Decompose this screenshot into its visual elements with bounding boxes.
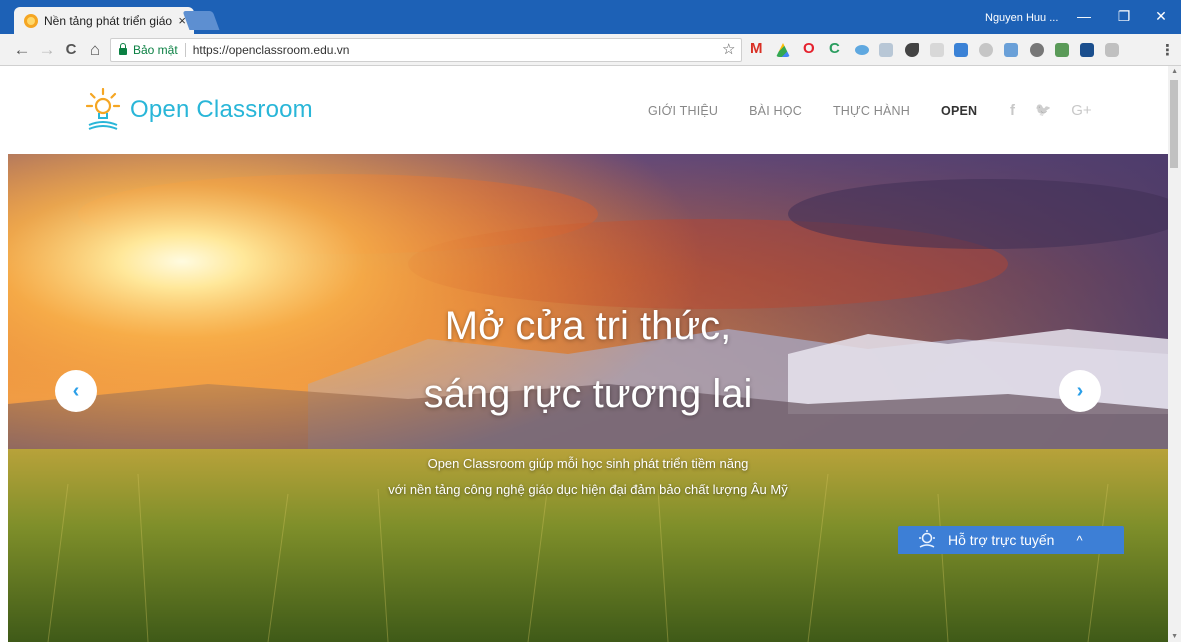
- browser-toolbar: ← → C ⌂ Bảo mật https://openclassroom.ed…: [0, 34, 1181, 66]
- nav-item-thuc-hanh[interactable]: THỰC HÀNH: [833, 104, 910, 118]
- chevron-up-icon[interactable]: ^: [1076, 533, 1082, 548]
- google-plus-icon[interactable]: G+: [1071, 102, 1091, 119]
- social-links: f 🐦 G+: [1010, 102, 1112, 119]
- tab-title: Nền tảng phát triển giáo: [44, 13, 173, 28]
- site-favicon-icon: [24, 13, 38, 28]
- new-tab-button[interactable]: [182, 11, 220, 30]
- profile-name[interactable]: Nguyen Huu ...: [985, 12, 1058, 24]
- hero-subtext-line1: Open Classroom giúp mỗi học sinh phát tr…: [427, 456, 749, 471]
- forward-icon[interactable]: →: [38, 40, 56, 60]
- screen-icon[interactable]: [1055, 43, 1069, 57]
- browser-tab[interactable]: Nền tảng phát triển giáo ×: [14, 7, 194, 34]
- skype-icon[interactable]: [1105, 43, 1119, 57]
- nav-item-gioi-thieu[interactable]: GIỚI THIỆU: [648, 104, 718, 118]
- close-window-icon[interactable]: ✕: [1151, 8, 1171, 25]
- weather-icon[interactable]: [855, 45, 869, 55]
- browser-titlebar: Nền tảng phát triển giáo × Nguyen Huu ..…: [0, 0, 1181, 34]
- site-logo[interactable]: Open Classroom: [86, 88, 313, 132]
- translate-icon[interactable]: [930, 43, 944, 57]
- lightbulb-logo-icon: [86, 88, 120, 130]
- square-icon[interactable]: [1080, 43, 1094, 57]
- home-icon[interactable]: ⌂: [86, 40, 104, 60]
- scroll-up-icon[interactable]: ▲: [1171, 68, 1178, 75]
- carousel-next-button[interactable]: ›: [1059, 370, 1101, 412]
- dropbox-icon[interactable]: [879, 43, 893, 57]
- comet-icon[interactable]: [905, 43, 919, 57]
- browser-menu-icon[interactable]: ⋮: [1160, 41, 1175, 59]
- web-page: Open Classroom GIỚI THIỆU BÀI HỌC THỰC H…: [0, 66, 1181, 642]
- bookmark-star-icon[interactable]: ☆: [722, 40, 735, 58]
- nav-item-open[interactable]: OPEN: [941, 104, 977, 118]
- secure-label: Bảo mật: [133, 43, 178, 57]
- page-scrollbar[interactable]: ▲ ▼: [1168, 66, 1181, 642]
- support-label: Hỗ trợ trực tuyến: [948, 532, 1055, 548]
- main-nav: GIỚI THIỆU BÀI HỌC THỰC HÀNH OPEN: [648, 104, 1008, 118]
- restore-icon[interactable]: ❐: [1114, 8, 1134, 25]
- chevron-right-icon: ›: [1076, 379, 1084, 402]
- twitter-icon[interactable]: 🐦: [1035, 102, 1051, 119]
- gear-ext-icon[interactable]: [1030, 43, 1044, 57]
- facebook-icon[interactable]: f: [1010, 102, 1015, 119]
- hero-carousel: Mở cửa tri thức, sáng rực tương lai Open…: [8, 154, 1168, 642]
- minimize-icon[interactable]: —: [1074, 8, 1094, 24]
- divider: [184, 43, 186, 57]
- gmail-icon[interactable]: M: [750, 40, 763, 57]
- url-text[interactable]: https://openclassroom.edu.vn: [193, 43, 350, 57]
- drive-icon[interactable]: [776, 43, 790, 57]
- scroll-down-icon[interactable]: ▼: [1171, 633, 1178, 640]
- hero-headline-line1: Mở cửa tri thức,: [444, 304, 732, 348]
- hero-subtext-line2: với nền tảng công nghệ giáo dục hiện đại…: [388, 482, 788, 497]
- nav-item-bai-hoc[interactable]: BÀI HỌC: [749, 104, 802, 118]
- chevron-left-icon: ‹: [72, 379, 80, 402]
- carousel-prev-button[interactable]: ‹: [55, 370, 97, 412]
- hero-headline-line2: sáng rực tương lai: [423, 372, 753, 416]
- logo-text: Open Classroom: [130, 96, 313, 123]
- online-support-widget[interactable]: Hỗ trợ trực tuyến ^: [898, 526, 1124, 554]
- coccoc-icon[interactable]: C: [829, 40, 840, 57]
- scrollbar-thumb[interactable]: [1170, 80, 1178, 168]
- address-bar[interactable]: Bảo mật https://openclassroom.edu.vn: [110, 38, 742, 62]
- site-header: Open Classroom GIỚI THIỆU BÀI HỌC THỰC H…: [0, 66, 1168, 154]
- opera-icon[interactable]: O: [803, 40, 815, 57]
- cloud-icon[interactable]: [979, 43, 993, 57]
- back-icon[interactable]: ←: [13, 40, 31, 60]
- lightbulb-icon: [919, 530, 935, 548]
- puzzle-icon[interactable]: [1004, 43, 1018, 57]
- reload-icon[interactable]: C: [62, 41, 80, 58]
- lock-icon: [119, 43, 127, 55]
- expand-icon[interactable]: [954, 43, 968, 57]
